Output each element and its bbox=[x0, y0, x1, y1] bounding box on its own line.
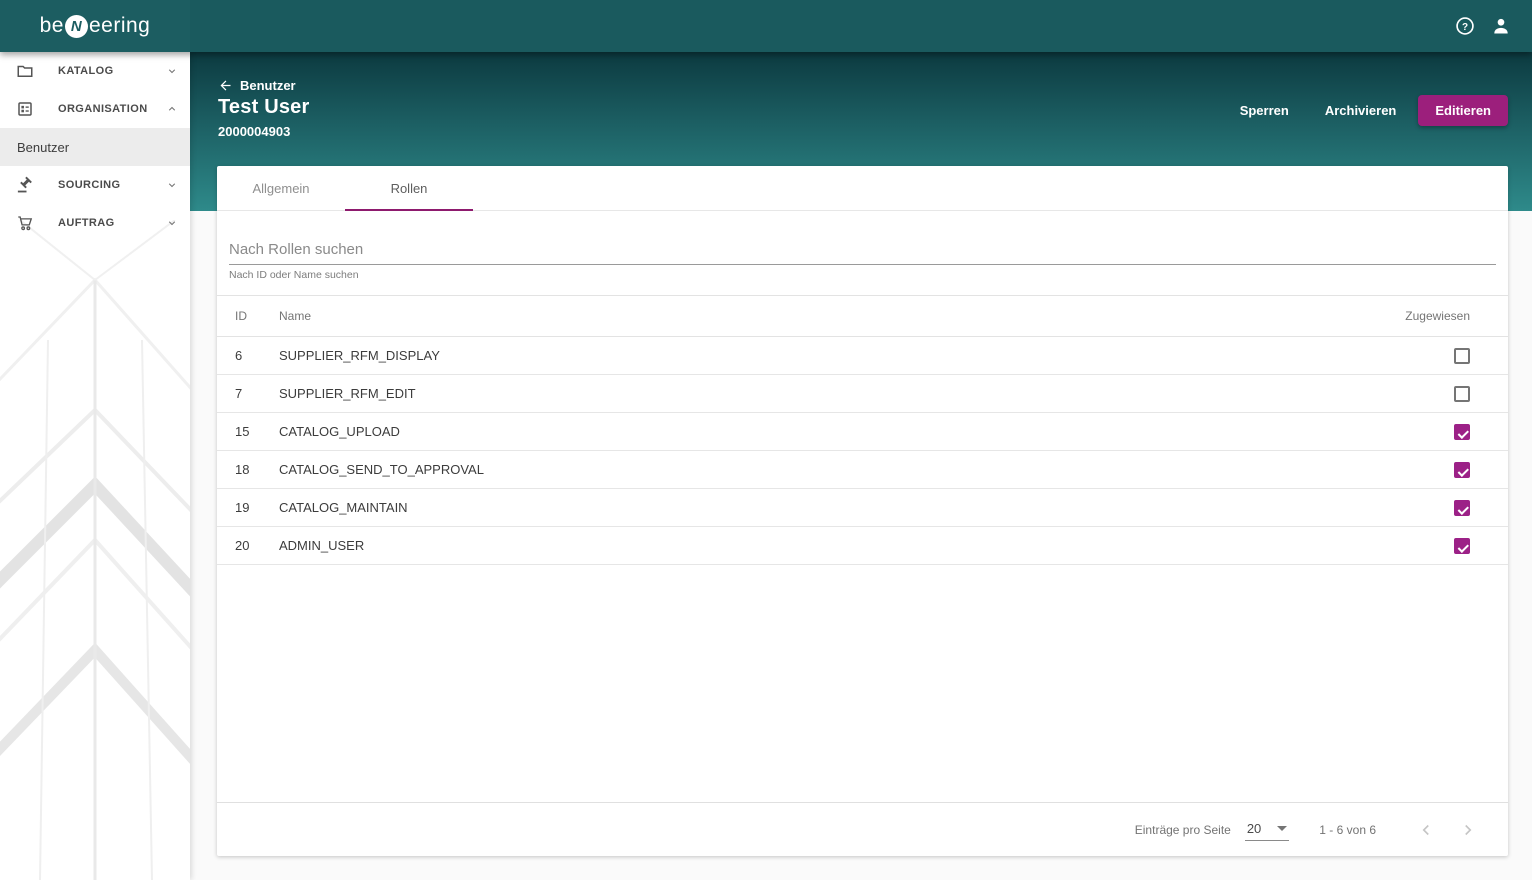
per-page-value: 20 bbox=[1246, 820, 1262, 836]
table-row: 15 CATALOG_UPLOAD bbox=[217, 413, 1508, 451]
role-id: 15 bbox=[235, 424, 250, 439]
sidebar-item-label: SOURCING bbox=[58, 179, 121, 191]
role-name: ADMIN_USER bbox=[279, 538, 365, 553]
sidebar-subitem-benutzer[interactable]: Benutzer bbox=[0, 128, 190, 166]
tab-rollen[interactable]: Rollen bbox=[345, 166, 473, 211]
user-account-icon[interactable] bbox=[1490, 15, 1512, 37]
gavel-icon bbox=[16, 176, 34, 194]
archive-button[interactable]: Archivieren bbox=[1311, 95, 1411, 126]
table-row: 7 SUPPLIER_RFM_EDIT bbox=[217, 375, 1508, 413]
role-name: CATALOG_SEND_TO_APPROVAL bbox=[279, 462, 484, 477]
sidebar-subitem-label: Benutzer bbox=[17, 139, 70, 155]
role-id: 19 bbox=[235, 500, 250, 515]
main-content: Benutzer Test User 2000004903 Sperren Ar… bbox=[190, 52, 1532, 880]
tab-allgemein[interactable]: Allgemein bbox=[217, 166, 345, 210]
back-link-label: Benutzer bbox=[240, 78, 296, 93]
role-search: Nach ID oder Name suchen bbox=[229, 239, 1496, 281]
topbar-actions: ? bbox=[1454, 15, 1532, 37]
roles-card: Allgemein Rollen Nach ID oder Name suche… bbox=[217, 166, 1508, 856]
tab-bar: Allgemein Rollen bbox=[217, 166, 1508, 211]
top-app-bar: be Neering ? bbox=[0, 0, 1532, 52]
assigned-checkbox[interactable] bbox=[1454, 347, 1470, 364]
table-header-row: ID Name Zugewiesen bbox=[217, 295, 1508, 337]
edit-button[interactable]: Editieren bbox=[1418, 95, 1508, 126]
page-title: Test User bbox=[218, 96, 310, 118]
column-header-name: Name bbox=[279, 309, 312, 323]
assigned-checkbox[interactable] bbox=[1454, 385, 1470, 402]
per-page-select[interactable]: 20 bbox=[1244, 819, 1290, 841]
chevron-down-icon bbox=[166, 217, 178, 229]
roles-table: ID Name Zugewiesen 6 SUPPLIER_RFM_DISPLA… bbox=[217, 295, 1508, 565]
app-root: be Neering ? KATALOG ORGANISATION Benutz… bbox=[0, 0, 1532, 880]
role-name: CATALOG_MAINTAIN bbox=[279, 500, 408, 515]
chevron-down-icon bbox=[166, 179, 178, 191]
assigned-checkbox[interactable] bbox=[1454, 537, 1470, 554]
sidebar-item-katalog[interactable]: KATALOG bbox=[0, 52, 190, 90]
user-id: 2000004903 bbox=[218, 124, 291, 139]
table-row: 6 SUPPLIER_RFM_DISPLAY bbox=[217, 337, 1508, 375]
role-search-input[interactable] bbox=[229, 239, 1496, 265]
table-row: 19 CATALOG_MAINTAIN bbox=[217, 489, 1508, 527]
role-name: SUPPLIER_RFM_DISPLAY bbox=[279, 348, 440, 363]
role-name: CATALOG_UPLOAD bbox=[279, 424, 400, 439]
assigned-checkbox[interactable] bbox=[1454, 423, 1470, 440]
chevron-down-icon bbox=[166, 65, 178, 77]
sidebar-item-organisation[interactable]: ORGANISATION bbox=[0, 90, 190, 128]
logo-text-prefix: be bbox=[39, 14, 64, 37]
sidebar-item-auftrag[interactable]: AUFTRAG bbox=[0, 204, 190, 242]
per-page-label: Einträge pro Seite bbox=[1134, 822, 1231, 837]
sidebar-item-label: ORGANISATION bbox=[58, 103, 148, 115]
logo-n-emblem-icon: N bbox=[64, 14, 88, 38]
lock-button[interactable]: Sperren bbox=[1226, 95, 1303, 126]
sidebar-nav: KATALOG ORGANISATION Benutzer SOURCING A… bbox=[0, 52, 190, 880]
paginator: Einträge pro Seite 20 1 - 6 von 6 bbox=[217, 802, 1508, 856]
table-row: 18 CATALOG_SEND_TO_APPROVAL bbox=[217, 451, 1508, 489]
sidebar-item-sourcing[interactable]: SOURCING bbox=[0, 166, 190, 204]
select-caret-icon bbox=[1277, 825, 1288, 831]
role-id: 7 bbox=[235, 386, 243, 401]
table-row: 20 ADMIN_USER bbox=[217, 527, 1508, 565]
page-nav bbox=[1414, 818, 1480, 842]
next-page-icon[interactable] bbox=[1456, 818, 1480, 842]
svg-text:?: ? bbox=[1462, 22, 1468, 33]
chevron-up-icon bbox=[166, 103, 178, 115]
folder-icon bbox=[16, 62, 34, 80]
back-link[interactable]: Benutzer bbox=[218, 78, 296, 93]
beneering-logo[interactable]: be Neering bbox=[0, 0, 190, 52]
role-id: 6 bbox=[235, 348, 243, 363]
shopping-cart-icon bbox=[16, 214, 34, 232]
role-id: 20 bbox=[235, 538, 250, 553]
previous-page-icon[interactable] bbox=[1414, 818, 1438, 842]
role-id: 18 bbox=[235, 462, 250, 477]
ballot-icon bbox=[16, 100, 34, 118]
header-actions: Sperren Archivieren Editieren bbox=[1226, 95, 1508, 126]
page-range-label: 1 - 6 von 6 bbox=[1319, 822, 1376, 837]
assigned-checkbox[interactable] bbox=[1454, 499, 1470, 516]
logo-text-suffix: eering bbox=[88, 14, 151, 37]
help-icon[interactable]: ? bbox=[1454, 15, 1476, 37]
column-header-assigned: Zugewiesen bbox=[1405, 309, 1470, 323]
building-watermark-image bbox=[0, 220, 190, 880]
column-header-id: ID bbox=[235, 309, 247, 323]
role-name: SUPPLIER_RFM_EDIT bbox=[279, 386, 416, 401]
back-arrow-icon bbox=[220, 80, 231, 91]
assigned-checkbox[interactable] bbox=[1454, 461, 1470, 478]
sidebar-item-label: KATALOG bbox=[58, 65, 114, 77]
sidebar-item-label: AUFTRAG bbox=[58, 217, 115, 229]
search-hint: Nach ID oder Name suchen bbox=[229, 269, 359, 281]
